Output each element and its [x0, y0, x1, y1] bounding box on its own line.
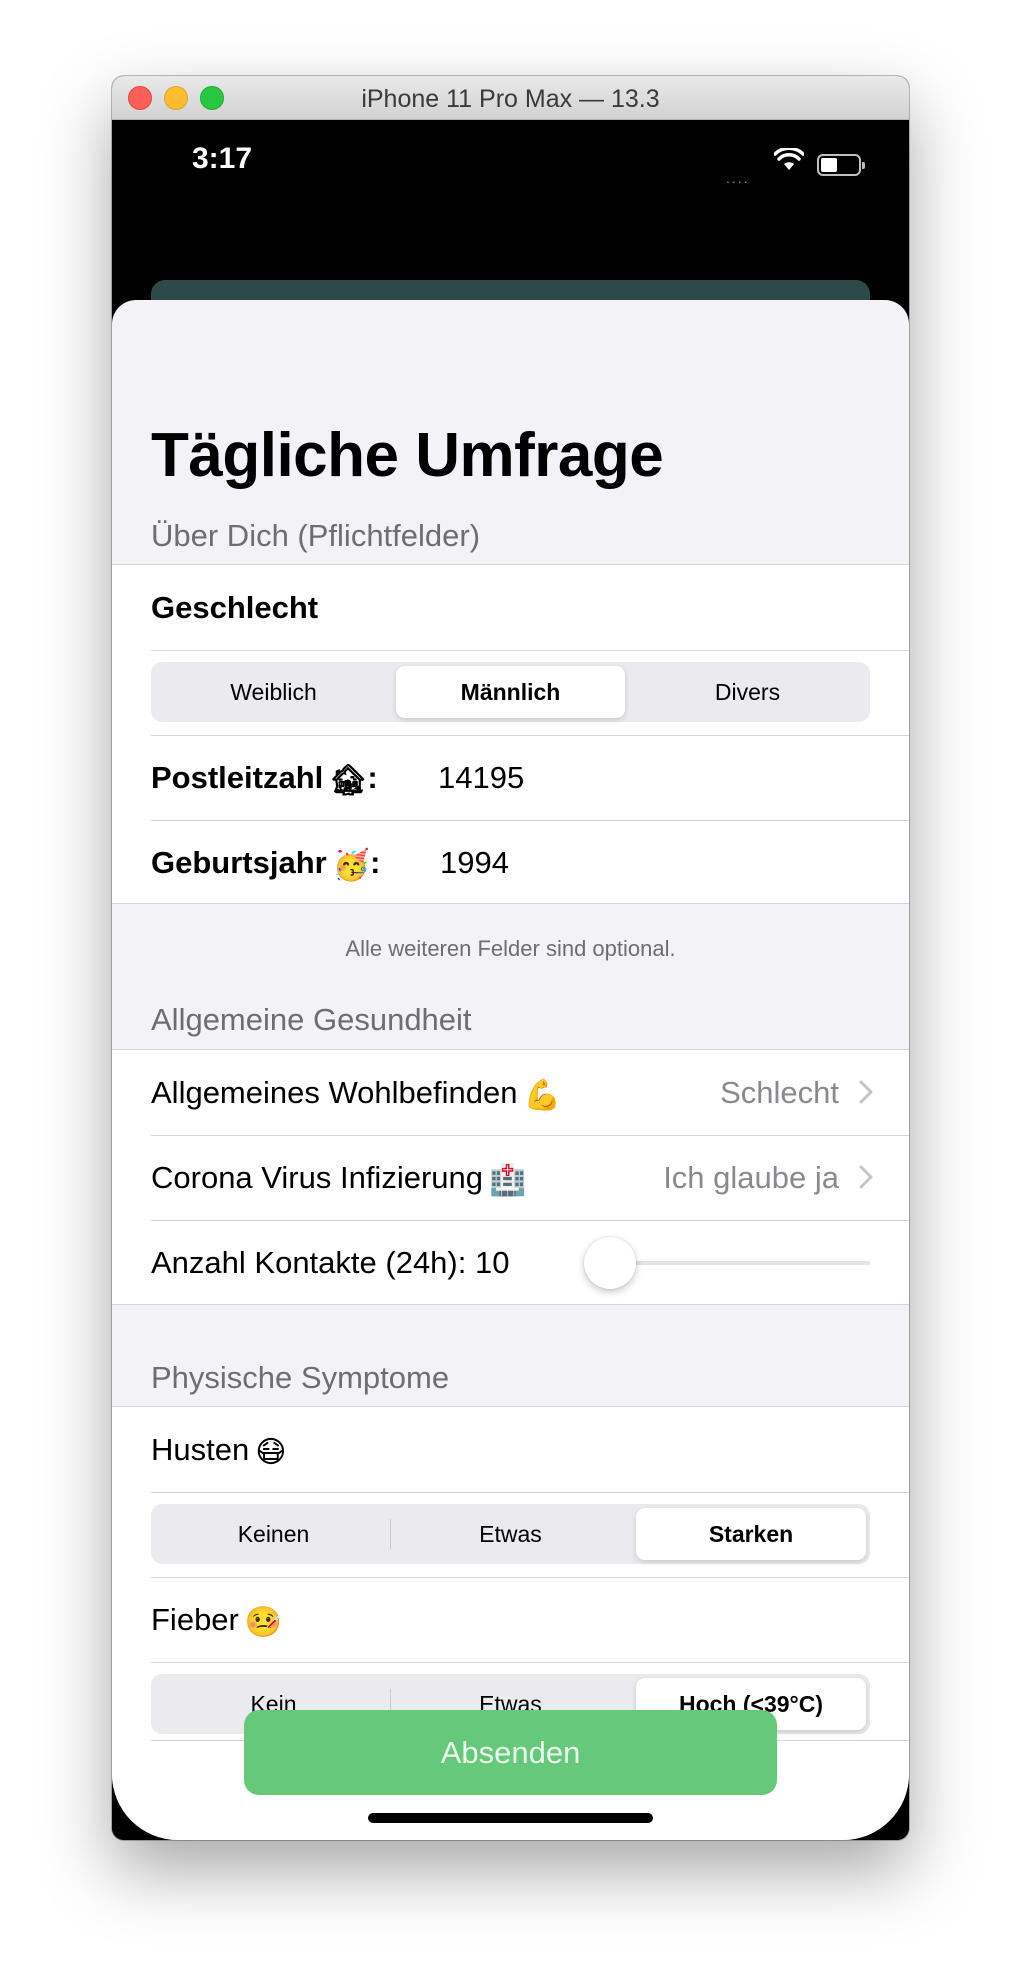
window-titlebar: iPhone 11 Pro Max — 13.3 [112, 76, 909, 120]
infection-value: Ich glaube ja [663, 1160, 839, 1195]
house-icon: 🏚 [329, 764, 368, 797]
contacts-slider-thumb[interactable] [584, 1237, 636, 1289]
infection-row[interactable]: Corona Virus Infizierung 🏥 Ich glaube ja [112, 1135, 909, 1220]
birthyear-field[interactable]: 1994 [440, 820, 509, 905]
cough-option-keinen[interactable]: Keinen [155, 1508, 392, 1560]
gender-option-divers[interactable]: Divers [629, 666, 866, 718]
survey-sheet: Tägliche Umfrage Über Dich (Pflichtfelde… [112, 300, 909, 1840]
postal-row: Postleitzahl 🏚: 14195 [112, 735, 909, 820]
gender-option-maennlich[interactable]: Männlich [396, 666, 625, 718]
gender-row: Geschlecht [112, 565, 909, 650]
face-with-thermometer-icon: 🤒 [244, 1606, 283, 1639]
chevron-right-icon [859, 1165, 873, 1189]
birthyear-row: Geburtsjahr 🥳: 1994 [112, 820, 909, 905]
wellbeing-value: Schlecht [720, 1075, 839, 1110]
device-screen: 3:17 .... Tägliche Umfrage Über Dich (Pf… [112, 120, 909, 1840]
submit-button[interactable]: Absenden [244, 1710, 777, 1795]
postal-field[interactable]: 14195 [438, 735, 524, 820]
signal-icon: .... [726, 170, 750, 186]
status-bar: 3:17 .... [112, 120, 909, 200]
wellbeing-label: Allgemeines Wohlbefinden 💪 [151, 1050, 561, 1135]
simulator-window: iPhone 11 Pro Max — 13.3 3:17 .... Tägli… [112, 76, 909, 1840]
status-time: 3:17 [192, 142, 253, 175]
infection-label: Corona Virus Infizierung 🏥 [151, 1135, 526, 1220]
contacts-label: Anzahl Kontakte (24h): 10 [151, 1245, 510, 1280]
page-title: Tägliche Umfrage [151, 421, 664, 490]
chevron-right-icon [859, 1080, 873, 1104]
health-group: Allgemeines Wohlbefinden 💪 Schlecht Coron… [112, 1049, 909, 1305]
gender-label: Geschlecht [151, 590, 319, 625]
cough-label: Husten 😷 [151, 1407, 287, 1492]
postal-label: Postleitzahl 🏚: [151, 735, 378, 820]
wellbeing-row[interactable]: Allgemeines Wohlbefinden 💪 Schlecht [112, 1050, 909, 1135]
section-header-health: Allgemeine Gesundheit [151, 1002, 472, 1037]
cough-option-starken[interactable]: Starken [636, 1508, 866, 1560]
flexed-biceps-icon: 💪 [523, 1079, 561, 1112]
hospital-icon: 🏥 [489, 1164, 527, 1197]
gender-segmented-control[interactable]: Weiblich Männlich Divers [151, 662, 870, 722]
optional-fields-note: Alle weiteren Felder sind optional. [345, 936, 676, 961]
cough-option-etwas[interactable]: Etwas [394, 1508, 627, 1560]
gender-option-weiblich[interactable]: Weiblich [155, 666, 392, 718]
battery-icon [817, 154, 865, 176]
face-with-mask-icon: 😷 [255, 1436, 287, 1469]
section-header-symptoms: Physische Symptome [151, 1360, 450, 1395]
fever-label: Fieber 🤒 [151, 1577, 282, 1662]
section-header-about: Über Dich (Pflichtfelder) [151, 518, 481, 553]
home-indicator[interactable] [368, 1813, 653, 1823]
fever-row: Fieber 🤒 [112, 1577, 909, 1662]
birthyear-label: Geburtsjahr 🥳: [151, 820, 380, 905]
cough-segmented-control[interactable]: Keinen Etwas Starken [151, 1504, 870, 1564]
wifi-icon [774, 148, 804, 170]
window-title: iPhone 11 Pro Max — 13.3 [361, 85, 660, 113]
party-face-icon: 🥳 [332, 849, 371, 882]
cough-row: Husten 😷 [112, 1407, 909, 1492]
contacts-row: Anzahl Kontakte (24h): 10 [112, 1220, 909, 1305]
about-group: Geschlecht Weiblich Männlich Divers Post… [112, 564, 909, 904]
